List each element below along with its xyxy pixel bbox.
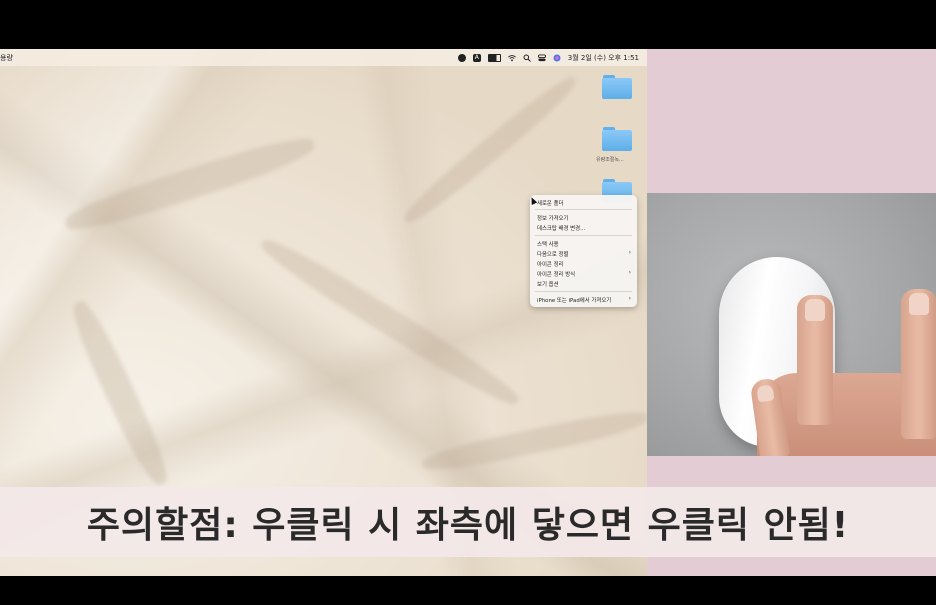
menu-separator bbox=[535, 291, 632, 292]
caption-text: 주의할점: 우클릭 시 좌측에 닿으면 우클릭 안됨! bbox=[86, 505, 850, 546]
folder-icon[interactable] bbox=[602, 127, 632, 151]
menu-item-view-options[interactable]: 보기 옵션 bbox=[537, 280, 559, 288]
record-icon[interactable] bbox=[457, 53, 466, 62]
control-center-icon[interactable] bbox=[537, 53, 546, 62]
menu-item-get-info[interactable]: 정보 가져오기 bbox=[537, 214, 568, 222]
folder-label: 유량조절녹... bbox=[596, 157, 624, 163]
webcam-video bbox=[647, 193, 936, 456]
menu-bar: 용량 A 3월 2일 (수) 오후 1:51 bbox=[0, 49, 647, 66]
menu-bar-clock[interactable]: 3월 2일 (수) 오후 1:51 bbox=[568, 53, 639, 63]
chevron-right-icon: › bbox=[628, 249, 631, 256]
wallpaper-fold bbox=[420, 405, 647, 477]
search-icon[interactable] bbox=[523, 54, 531, 62]
a-icon[interactable]: A bbox=[472, 53, 481, 62]
top-letterbox bbox=[0, 0, 936, 49]
folder-icon[interactable] bbox=[602, 75, 632, 99]
menu-bar-app-label[interactable]: 용량 bbox=[0, 53, 13, 63]
wifi-icon[interactable] bbox=[507, 54, 516, 62]
menu-item-change-background[interactable]: 데스크탑 배경 변경... bbox=[537, 224, 585, 232]
menu-item-clean-up-by[interactable]: 아이콘 정리 방식 bbox=[537, 270, 575, 278]
menu-item-new-folder[interactable]: 새로운 폴더 bbox=[537, 199, 564, 207]
wallpaper-fold bbox=[65, 296, 175, 490]
finger bbox=[901, 289, 936, 439]
menu-item-import-from-iphone[interactable]: iPhone 또는 iPad에서 가져오기 bbox=[537, 296, 611, 304]
menu-separator bbox=[535, 209, 632, 210]
menu-separator bbox=[535, 235, 632, 236]
menu-item-sort-by[interactable]: 다음으로 정렬 bbox=[537, 250, 568, 258]
chevron-right-icon: › bbox=[628, 295, 631, 302]
chevron-right-icon: › bbox=[628, 269, 631, 276]
menu-bar-status-area: A 3월 2일 (수) 오후 1:51 bbox=[457, 49, 639, 66]
index-finger bbox=[797, 295, 833, 425]
wallpaper-fold bbox=[61, 129, 319, 239]
context-menu: 새로운 폴더 정보 가져오기 데스크탑 배경 변경... 스택 사용 다음으로 … bbox=[530, 195, 637, 307]
siri-icon[interactable] bbox=[553, 54, 561, 62]
menu-item-use-stacks[interactable]: 스택 사용 bbox=[537, 240, 559, 248]
wallpaper-fold bbox=[255, 231, 525, 413]
battery-icon[interactable] bbox=[487, 53, 501, 62]
bottom-letterbox bbox=[0, 576, 936, 605]
menu-item-clean-up[interactable]: 아이콘 정리 bbox=[537, 260, 564, 268]
